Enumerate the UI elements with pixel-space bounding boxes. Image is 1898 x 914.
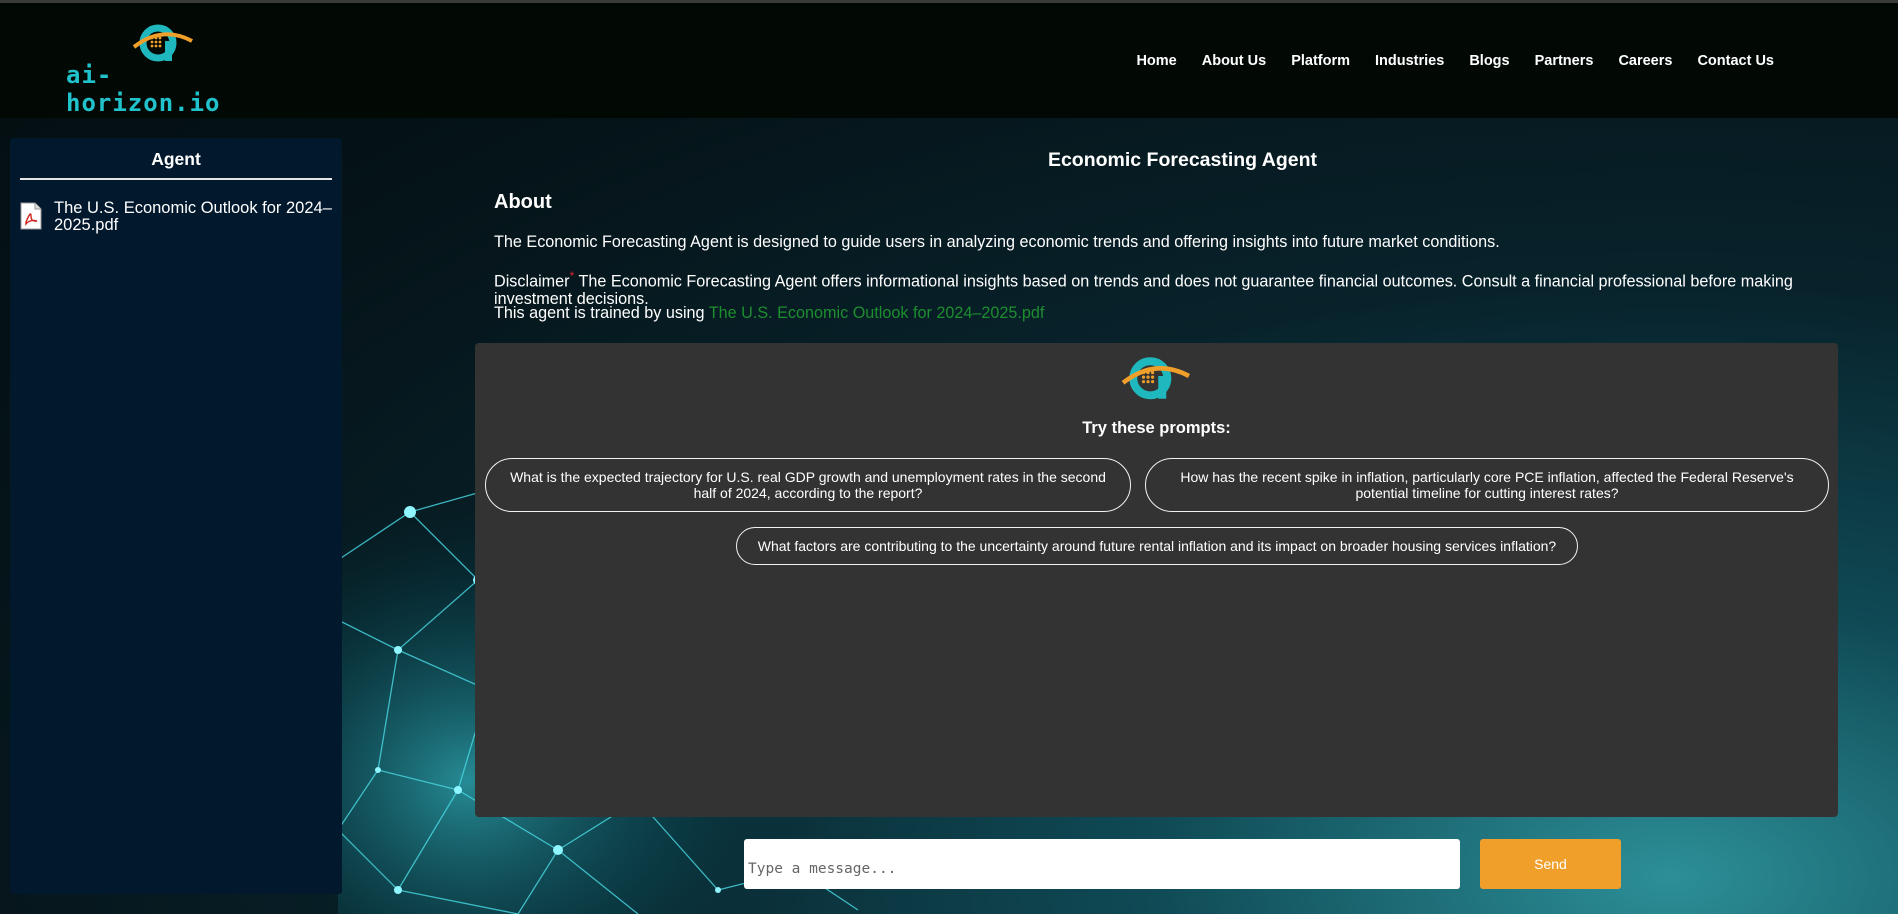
about-heading: About <box>494 191 552 213</box>
nav-partners[interactable]: Partners <box>1535 53 1594 69</box>
prompts-heading: Try these prompts: <box>1082 419 1231 437</box>
nav-platform[interactable]: Platform <box>1291 53 1350 69</box>
main-nav: Home About Us Platform Industries Blogs … <box>1111 53 1774 69</box>
nav-contact-us[interactable]: Contact Us <box>1697 53 1774 69</box>
logo-text: ai-horizon.io <box>66 61 221 117</box>
agent-sidebar: Agent The U.S. Economic Outlook for 2024… <box>10 138 342 894</box>
about-description: The Economic Forecasting Agent is design… <box>494 233 1500 251</box>
nav-about-us[interactable]: About Us <box>1202 53 1266 69</box>
training-source: This agent is trained by using The U.S. … <box>494 304 1044 323</box>
nav-blogs[interactable]: Blogs <box>1469 53 1509 69</box>
brand-logo[interactable]: ai-horizon.io <box>64 19 254 117</box>
nav-industries[interactable]: Industries <box>1375 53 1444 69</box>
disclaimer-text: The Economic Forecasting Agent offers in… <box>494 272 1793 309</box>
message-input[interactable] <box>744 839 1460 889</box>
disclaimer-label: Disclaimer <box>494 272 570 291</box>
prompt-button-inflation[interactable]: How has the recent spike in inflation, p… <box>1145 458 1829 512</box>
chat-panel: Try these prompts: What is the expected … <box>475 343 1838 817</box>
nav-careers[interactable]: Careers <box>1618 53 1672 69</box>
sidebar-title: Agent <box>151 149 201 169</box>
page-title: Economic Forecasting Agent <box>1047 149 1318 171</box>
training-source-prefix: This agent is trained by using <box>494 304 709 322</box>
sidebar-document-label: The U.S. Economic Outlook for 2024–2025.… <box>54 199 332 234</box>
sidebar-document-item[interactable]: The U.S. Economic Outlook for 2024–2025.… <box>20 200 342 234</box>
assistant-logo-icon <box>1121 357 1191 400</box>
sidebar-divider <box>20 178 332 180</box>
site-header: ai-horizon.io Home About Us Platform Ind… <box>0 3 1898 118</box>
logo-mark-icon <box>132 24 193 62</box>
prompt-button-gdp[interactable]: What is the expected trajectory for U.S.… <box>485 458 1131 512</box>
pdf-file-icon <box>20 202 42 230</box>
disclaimer: Disclaimer* The Economic Forecasting Age… <box>494 267 1874 308</box>
training-source-link[interactable]: The U.S. Economic Outlook for 2024–2025.… <box>709 304 1045 322</box>
nav-home[interactable]: Home <box>1136 53 1176 69</box>
send-button[interactable]: Send <box>1480 839 1621 889</box>
prompt-button-rental[interactable]: What factors are contributing to the unc… <box>736 527 1578 565</box>
